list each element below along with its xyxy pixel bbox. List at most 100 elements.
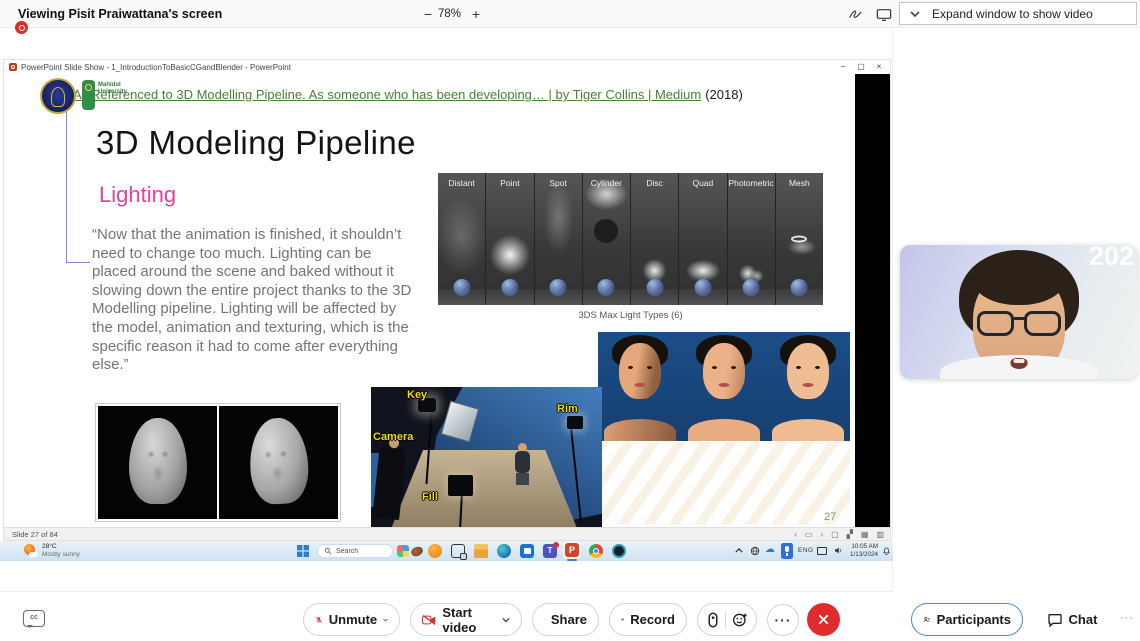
annotation-connector-line [66, 108, 67, 263]
chat-button[interactable]: Chat [1035, 603, 1109, 636]
pen-settings-icon[interactable] [817, 547, 827, 555]
next-slide-button[interactable]: › [820, 528, 823, 541]
taskbar-app-icon[interactable] [428, 544, 442, 558]
slide-header-link[interactable]: All Referenced to 3D Modelling Pipeline.… [73, 87, 701, 102]
weather-widget[interactable]: 28°C Mostly sunny [24, 543, 80, 559]
zoom-out-button[interactable]: − [418, 5, 438, 23]
record-icon [621, 612, 624, 627]
close-button[interactable]: × [870, 60, 888, 74]
screen-share-title: Viewing Pisit Praiwattana's screen [18, 7, 222, 21]
share-icon [544, 612, 545, 627]
annotation-pen-button[interactable]: ▭ [805, 528, 813, 541]
notifications-icon[interactable] [882, 546, 891, 556]
chevron-down-icon[interactable] [383, 617, 388, 623]
light-panel-mesh: Mesh [776, 173, 823, 305]
teams-notification-badge [553, 542, 559, 548]
participants-icon [923, 611, 931, 628]
zoom-level: 78% [438, 8, 461, 20]
share-screen-button[interactable]: Share [532, 603, 599, 636]
shared-screen-area: PowerPoint Slide Show - 1_IntroductionTo… [0, 28, 893, 592]
start-button[interactable] [297, 545, 309, 557]
light-types-image: Distant Point Spot Cylinder Disc Quad Ph… [438, 173, 823, 305]
presenter-view-button[interactable]: ▢ [831, 528, 839, 541]
participant-video-tile[interactable]: 202 [900, 245, 1138, 379]
head-render-angled [219, 406, 338, 519]
slide-quote-text: “Now that the animation is finished, it … [92, 226, 416, 375]
video-watermark: 202 [1089, 245, 1134, 272]
start-video-button[interactable]: Start video [410, 603, 522, 636]
expand-window-label: Expand window to show video [932, 7, 1093, 21]
windows-taskbar: 28°C Mostly sunny Search T P [0, 541, 893, 561]
expand-window-dropdown[interactable]: Expand window to show video [899, 2, 1137, 25]
light-panel-cylinder: Cylinder [583, 173, 631, 305]
file-explorer-icon[interactable] [474, 544, 488, 558]
onedrive-icon[interactable]: ☁ [765, 544, 775, 556]
head-render-front [98, 406, 217, 519]
unmute-button[interactable]: Unmute [303, 603, 400, 636]
slide-subtitle: Lighting [99, 182, 176, 208]
powerpoint-title-bar: PowerPoint Slide Show - 1_IntroductionTo… [4, 60, 890, 74]
lighting-faces-image [598, 332, 850, 441]
face-photo [682, 332, 766, 441]
university-logo-text: Mahidol University [98, 82, 138, 96]
see-all-slides-button[interactable]: ▦ [861, 528, 869, 541]
record-button[interactable]: Record [609, 603, 687, 636]
chrome-icon[interactable] [589, 544, 603, 558]
participants-button[interactable]: Participants [911, 603, 1023, 636]
minimize-button[interactable]: – [834, 60, 852, 74]
volume-icon[interactable] [833, 546, 843, 555]
captions-button[interactable]: cc [23, 610, 45, 627]
studio-label-camera: Camera [373, 431, 413, 443]
sports-widget-icon[interactable] [410, 545, 424, 558]
light-panel-quad: Quad [679, 173, 727, 305]
chevron-down-icon [910, 11, 920, 17]
remote-control-icon[interactable] [707, 612, 719, 628]
zoom-in-button[interactable]: + [466, 5, 486, 23]
light-panel-distant: Distant [438, 173, 486, 305]
task-view-icon[interactable] [451, 544, 465, 558]
view-mode-icon[interactable] [876, 6, 896, 23]
chevron-down-icon[interactable] [502, 617, 510, 623]
network-icon[interactable] [750, 546, 760, 556]
widgets-icon[interactable] [397, 545, 409, 557]
slide-number: 27 [824, 511, 836, 523]
active-app-indicator [567, 559, 577, 561]
restore-button[interactable]: ▢ [852, 60, 870, 74]
edge-browser-icon[interactable] [497, 544, 511, 558]
search-icon [324, 547, 332, 555]
zoom-meeting-window: Viewing Pisit Praiwattana's screen − 78%… [0, 0, 1140, 641]
leave-meeting-button[interactable] [807, 603, 840, 636]
university-logo-icon [82, 80, 95, 110]
mic-muted-icon [315, 612, 323, 628]
taskbar-search[interactable]: Search [317, 544, 393, 558]
meeting-top-bar: Viewing Pisit Praiwattana's screen − 78%… [0, 0, 1140, 28]
camera-off-icon [422, 613, 436, 627]
tray-expand-icon[interactable] [735, 548, 743, 553]
taskbar-clock[interactable]: 10:05 AM 1/13/2024 [845, 543, 878, 559]
microsoft-store-icon[interactable] [520, 544, 534, 558]
annotate-icon[interactable] [848, 6, 868, 23]
glasses [969, 311, 1069, 337]
annotation-connector-line [66, 262, 90, 263]
zoom-slide-button[interactable]: ▞ [847, 528, 853, 541]
powerpoint-window-title: PowerPoint Slide Show - 1_IntroductionTo… [21, 63, 291, 72]
slide-canvas: Mahidol University All Referenced to 3D … [4, 74, 890, 529]
face-photo [766, 332, 850, 441]
close-x-icon [817, 613, 830, 626]
powerpoint-taskbar-icon-active[interactable]: P [563, 542, 581, 559]
taskbar-app-icon[interactable] [612, 544, 626, 558]
slideshow-options-button[interactable]: ▥ [876, 528, 884, 541]
language-indicator[interactable]: ENG [798, 547, 814, 554]
reactions-icon[interactable] [732, 612, 748, 628]
light-panel-spot: Spot [535, 173, 583, 305]
light-panel-photometric: Photometric [728, 173, 776, 305]
microphone-active-icon[interactable] [781, 543, 793, 559]
slide-header-year: (2018) [705, 87, 743, 102]
previous-slide-button[interactable]: ‹ [794, 528, 797, 541]
slide-letterbox [855, 74, 890, 529]
weather-temperature: 28°C [42, 543, 80, 551]
more-options-icon[interactable]: ··· [1120, 612, 1134, 624]
chat-icon [1047, 612, 1063, 628]
studio-label-rim: Rim [557, 403, 578, 415]
more-options-button[interactable]: ··· [767, 604, 799, 636]
